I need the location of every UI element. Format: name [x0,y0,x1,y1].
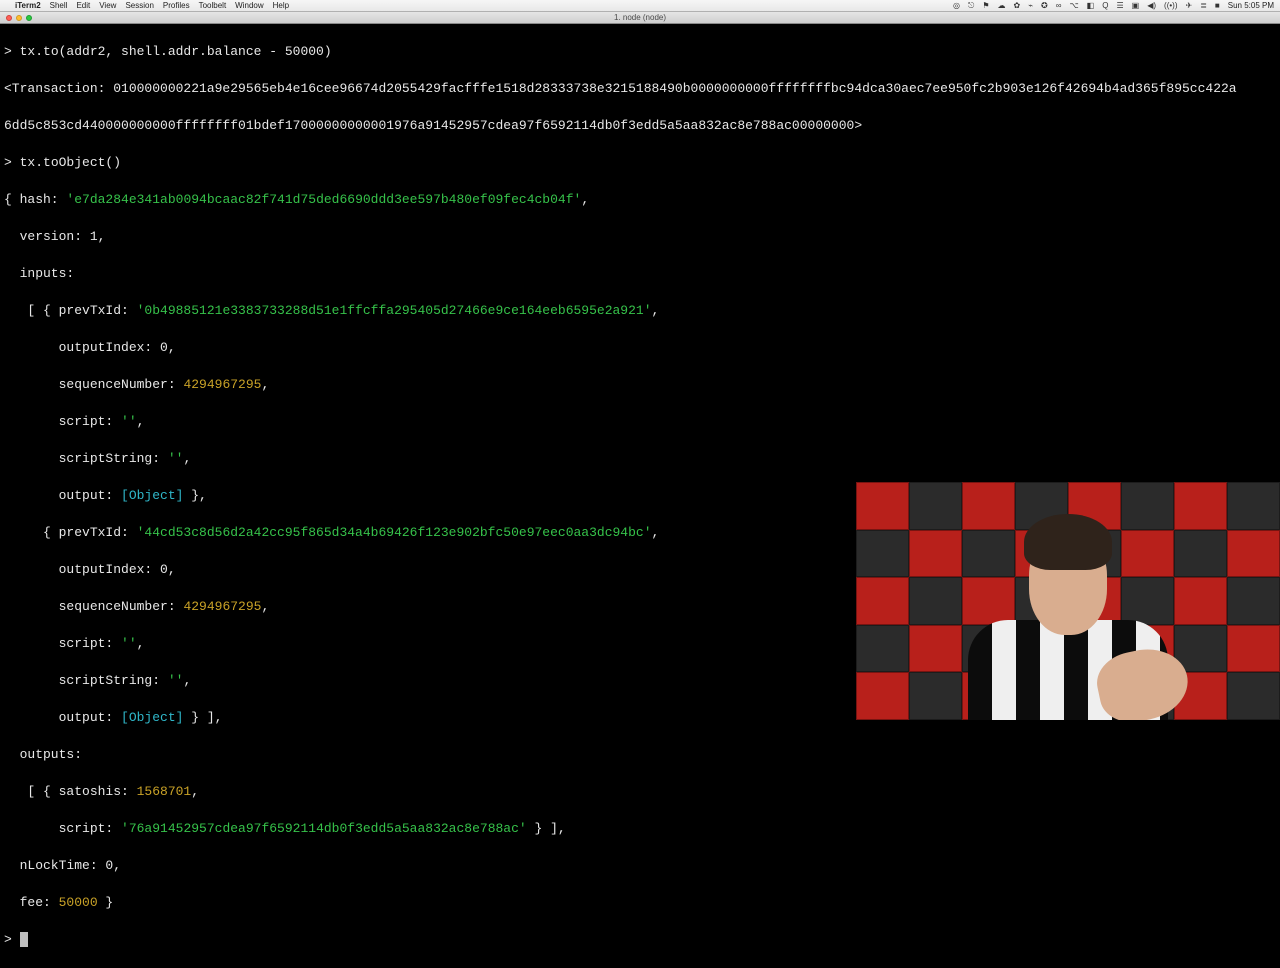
volume-icon[interactable]: ◀︎) [1147,1,1156,10]
repl-output: inputs: [4,265,1276,284]
repl-output: 6dd5c853cd440000000000ffffffff01bdef1700… [4,117,1276,136]
wifi-icon[interactable]: ((•)) [1164,1,1177,10]
close-icon[interactable] [6,15,12,21]
menubar-status-area: ◎ ⎋ ⚑ ☁︎ ✿ ⌁ ✪ ∞ ⌥ ◧ Q ☰ ▣ ◀︎) ((•)) ✈︎ … [953,1,1274,11]
prompt: > [4,155,20,170]
window-title: 1. node (node) [614,13,666,22]
repl-output: nLockTime: 0, [4,857,1276,876]
clock[interactable]: Sun 5:05 PM [1228,1,1274,10]
repl-output: { hash: 'e7da284e341ab0094bcaac82f741d75… [4,191,1276,210]
status-icon[interactable]: ⎋ [968,1,974,11]
status-icon[interactable]: ▣ [1132,1,1140,10]
minimize-icon[interactable] [16,15,22,21]
status-icon[interactable]: ⚑ [982,1,989,10]
mac-menubar: iTerm2 Shell Edit View Session Profiles … [0,0,1280,12]
menu-window[interactable]: Window [235,1,263,10]
menu-app[interactable]: iTerm2 [15,1,41,10]
status-icon[interactable]: ◧ [1087,1,1095,10]
repl-output: script: '', [4,413,1276,432]
repl-output: [ { prevTxId: '0b49885121e3383733288d51e… [4,302,1276,321]
zoom-icon[interactable] [26,15,32,21]
repl-output: fee: 50000 } [4,894,1276,913]
webcam-overlay [856,482,1280,720]
repl-output: outputs: [4,746,1276,765]
status-icon[interactable]: ∞ [1056,1,1062,10]
status-icon[interactable]: Q [1102,1,1108,10]
status-icon[interactable]: ✪ [1041,1,1048,10]
repl-output: sequenceNumber: 4294967295, [4,376,1276,395]
status-icon[interactable]: ⌁ [1028,1,1033,10]
menu-profiles[interactable]: Profiles [163,1,190,10]
menu-view[interactable]: View [99,1,116,10]
menu-session[interactable]: Session [125,1,153,10]
menu-edit[interactable]: Edit [76,1,90,10]
status-icon[interactable]: ☰ [1116,1,1123,10]
flag-icon[interactable]: ■ [1215,1,1220,10]
menu-toolbelt[interactable]: Toolbelt [199,1,227,10]
status-icon[interactable]: ⌥ [1069,1,1078,10]
status-icon[interactable]: ◎ [953,1,960,10]
repl-output: scriptString: '', [4,450,1276,469]
repl-output: script: '76a91452957cdea97f6592114db0f3e… [4,820,1276,839]
cursor-icon [20,932,28,947]
traffic-lights [6,15,32,21]
repl-output: version: 1, [4,228,1276,247]
prompt: > [4,932,20,947]
prompt: > [4,44,20,59]
presenter [958,510,1178,720]
repl-output: [ { satoshis: 1568701, [4,783,1276,802]
window-titlebar[interactable]: 1. node (node) [0,12,1280,24]
status-icon[interactable]: ✿ [1014,1,1021,10]
repl-input: tx.toObject() [20,155,121,170]
status-icon[interactable]: ☁︎ [998,1,1006,10]
repl-output: outputIndex: 0, [4,339,1276,358]
menu-shell[interactable]: Shell [50,1,68,10]
menu-help[interactable]: Help [273,1,289,10]
repl-output: <Transaction: 010000000221a9e29565eb4e16… [4,80,1276,99]
status-icon[interactable]: ✈︎ [1186,1,1193,10]
battery-icon[interactable]: ≣ [1200,1,1207,10]
repl-input: tx.to(addr2, shell.addr.balance - 50000) [20,44,332,59]
